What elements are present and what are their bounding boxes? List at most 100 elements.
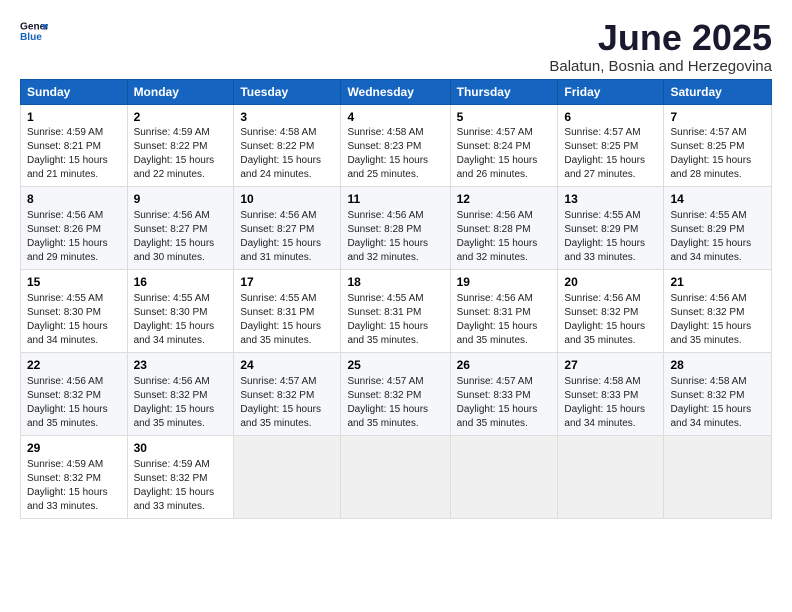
col-friday: Friday <box>558 79 664 104</box>
calendar-cell: 22 Sunrise: 4:56 AMSunset: 8:32 PMDayligh… <box>21 352 128 435</box>
day-number: 20 <box>564 274 657 291</box>
calendar-cell: 17 Sunrise: 4:55 AMSunset: 8:31 PMDayligh… <box>234 270 341 353</box>
calendar-cell: 28Sunrise: 4:58 AMSunset: 8:32 PMDayligh… <box>664 352 772 435</box>
calendar-week-row: 15 Sunrise: 4:55 AMSunset: 8:30 PMDayligh… <box>21 270 772 353</box>
day-info: Sunrise: 4:57 AMSunset: 8:32 PMDaylight:… <box>240 376 321 429</box>
logo-area: General Blue <box>20 18 50 46</box>
day-number: 27 <box>564 357 657 374</box>
calendar-cell: 12 Sunrise: 4:56 AMSunset: 8:28 PMDayligh… <box>450 187 558 270</box>
day-info: Sunrise: 4:56 AMSunset: 8:32 PMDaylight:… <box>27 376 108 429</box>
calendar-cell: 5Sunrise: 4:57 AMSunset: 8:24 PMDaylight… <box>450 104 558 187</box>
calendar-cell: 10 Sunrise: 4:56 AMSunset: 8:27 PMDayligh… <box>234 187 341 270</box>
day-number: 17 <box>240 274 334 291</box>
header: General Blue June 2025 Balatun, Bosnia a… <box>20 18 772 75</box>
day-info: Sunrise: 4:56 AMSunset: 8:27 PMDaylight:… <box>240 210 321 263</box>
calendar-cell: 21Sunrise: 4:56 AMSunset: 8:32 PMDayligh… <box>664 270 772 353</box>
day-info: Sunrise: 4:56 AMSunset: 8:28 PMDaylight:… <box>457 210 538 263</box>
day-number: 18 <box>347 274 443 291</box>
calendar-cell <box>341 435 450 518</box>
calendar-cell: 26Sunrise: 4:57 AMSunset: 8:33 PMDayligh… <box>450 352 558 435</box>
calendar-week-row: 8 Sunrise: 4:56 AMSunset: 8:26 PMDaylight… <box>21 187 772 270</box>
svg-text:Blue: Blue <box>20 32 42 43</box>
day-number: 5 <box>457 109 552 126</box>
col-saturday: Saturday <box>664 79 772 104</box>
day-info: Sunrise: 4:55 AMSunset: 8:30 PMDaylight:… <box>134 293 215 346</box>
day-info: Sunrise: 4:55 AMSunset: 8:29 PMDaylight:… <box>670 210 751 263</box>
col-sunday: Sunday <box>21 79 128 104</box>
day-number: 1 <box>27 109 121 126</box>
day-info: Sunrise: 4:56 AMSunset: 8:32 PMDaylight:… <box>134 376 215 429</box>
day-info: Sunrise: 4:57 AMSunset: 8:25 PMDaylight:… <box>564 127 645 180</box>
calendar-cell: 27 Sunrise: 4:58 AMSunset: 8:33 PMDayligh… <box>558 352 664 435</box>
day-info: Sunrise: 4:57 AMSunset: 8:33 PMDaylight:… <box>457 376 538 429</box>
day-info: Sunrise: 4:56 AMSunset: 8:31 PMDaylight:… <box>457 293 538 346</box>
day-info: Sunrise: 4:56 AMSunset: 8:28 PMDaylight:… <box>347 210 428 263</box>
day-number: 4 <box>347 109 443 126</box>
day-info: Sunrise: 4:59 AMSunset: 8:32 PMDaylight:… <box>27 459 108 512</box>
calendar-cell: 8 Sunrise: 4:56 AMSunset: 8:26 PMDaylight… <box>21 187 128 270</box>
calendar-cell: 18 Sunrise: 4:55 AMSunset: 8:31 PMDayligh… <box>341 270 450 353</box>
title-area: June 2025 Balatun, Bosnia and Herzegovin… <box>549 18 772 75</box>
calendar-header-row: Sunday Monday Tuesday Wednesday Thursday… <box>21 79 772 104</box>
day-info: Sunrise: 4:55 AMSunset: 8:29 PMDaylight:… <box>564 210 645 263</box>
calendar-cell <box>450 435 558 518</box>
col-wednesday: Wednesday <box>341 79 450 104</box>
day-info: Sunrise: 4:58 AMSunset: 8:33 PMDaylight:… <box>564 376 645 429</box>
day-number: 8 <box>27 191 121 208</box>
calendar-cell: 6Sunrise: 4:57 AMSunset: 8:25 PMDaylight… <box>558 104 664 187</box>
calendar-cell: 24 Sunrise: 4:57 AMSunset: 8:32 PMDayligh… <box>234 352 341 435</box>
location-subtitle: Balatun, Bosnia and Herzegovina <box>549 58 772 75</box>
day-info: Sunrise: 4:58 AMSunset: 8:32 PMDaylight:… <box>670 376 751 429</box>
day-number: 21 <box>670 274 765 291</box>
day-info: Sunrise: 4:59 AMSunset: 8:32 PMDaylight:… <box>134 459 215 512</box>
calendar-cell: 25 Sunrise: 4:57 AMSunset: 8:32 PMDayligh… <box>341 352 450 435</box>
day-info: Sunrise: 4:58 AMSunset: 8:22 PMDaylight:… <box>240 127 321 180</box>
day-info: Sunrise: 4:55 AMSunset: 8:31 PMDaylight:… <box>347 293 428 346</box>
day-number: 13 <box>564 191 657 208</box>
day-number: 6 <box>564 109 657 126</box>
day-number: 24 <box>240 357 334 374</box>
calendar-week-row: 1Sunrise: 4:59 AMSunset: 8:21 PMDaylight… <box>21 104 772 187</box>
day-info: Sunrise: 4:55 AMSunset: 8:31 PMDaylight:… <box>240 293 321 346</box>
day-number: 11 <box>347 191 443 208</box>
day-number: 22 <box>27 357 121 374</box>
calendar-cell: 3Sunrise: 4:58 AMSunset: 8:22 PMDaylight… <box>234 104 341 187</box>
calendar-cell: 13 Sunrise: 4:55 AMSunset: 8:29 PMDayligh… <box>558 187 664 270</box>
logo-icon: General Blue <box>20 18 48 46</box>
day-number: 14 <box>670 191 765 208</box>
calendar-cell: 29 Sunrise: 4:59 AMSunset: 8:32 PMDayligh… <box>21 435 128 518</box>
calendar-table: Sunday Monday Tuesday Wednesday Thursday… <box>20 79 772 519</box>
day-number: 7 <box>670 109 765 126</box>
calendar-cell: 19Sunrise: 4:56 AMSunset: 8:31 PMDayligh… <box>450 270 558 353</box>
calendar-cell <box>558 435 664 518</box>
day-number: 25 <box>347 357 443 374</box>
page: General Blue June 2025 Balatun, Bosnia a… <box>0 0 792 612</box>
calendar-cell: 4Sunrise: 4:58 AMSunset: 8:23 PMDaylight… <box>341 104 450 187</box>
calendar-cell: 20 Sunrise: 4:56 AMSunset: 8:32 PMDayligh… <box>558 270 664 353</box>
calendar-cell: 9Sunrise: 4:56 AMSunset: 8:27 PMDaylight… <box>127 187 234 270</box>
day-number: 30 <box>134 440 228 457</box>
calendar-cell <box>234 435 341 518</box>
day-number: 29 <box>27 440 121 457</box>
day-info: Sunrise: 4:56 AMSunset: 8:26 PMDaylight:… <box>27 210 108 263</box>
calendar-cell: 11 Sunrise: 4:56 AMSunset: 8:28 PMDayligh… <box>341 187 450 270</box>
day-number: 12 <box>457 191 552 208</box>
day-number: 10 <box>240 191 334 208</box>
day-number: 9 <box>134 191 228 208</box>
day-info: Sunrise: 4:55 AMSunset: 8:30 PMDaylight:… <box>27 293 108 346</box>
day-info: Sunrise: 4:57 AMSunset: 8:32 PMDaylight:… <box>347 376 428 429</box>
day-number: 23 <box>134 357 228 374</box>
col-monday: Monday <box>127 79 234 104</box>
day-info: Sunrise: 4:57 AMSunset: 8:24 PMDaylight:… <box>457 127 538 180</box>
col-thursday: Thursday <box>450 79 558 104</box>
day-info: Sunrise: 4:58 AMSunset: 8:23 PMDaylight:… <box>347 127 428 180</box>
calendar-cell: 14 Sunrise: 4:55 AMSunset: 8:29 PMDayligh… <box>664 187 772 270</box>
day-info: Sunrise: 4:56 AMSunset: 8:32 PMDaylight:… <box>564 293 645 346</box>
calendar-cell: 30 Sunrise: 4:59 AMSunset: 8:32 PMDayligh… <box>127 435 234 518</box>
calendar-cell: 23 Sunrise: 4:56 AMSunset: 8:32 PMDayligh… <box>127 352 234 435</box>
calendar-cell: 7Sunrise: 4:57 AMSunset: 8:25 PMDaylight… <box>664 104 772 187</box>
calendar-cell: 2Sunrise: 4:59 AMSunset: 8:22 PMDaylight… <box>127 104 234 187</box>
calendar-week-row: 29 Sunrise: 4:59 AMSunset: 8:32 PMDayligh… <box>21 435 772 518</box>
calendar-cell: 15 Sunrise: 4:55 AMSunset: 8:30 PMDayligh… <box>21 270 128 353</box>
day-number: 15 <box>27 274 121 291</box>
